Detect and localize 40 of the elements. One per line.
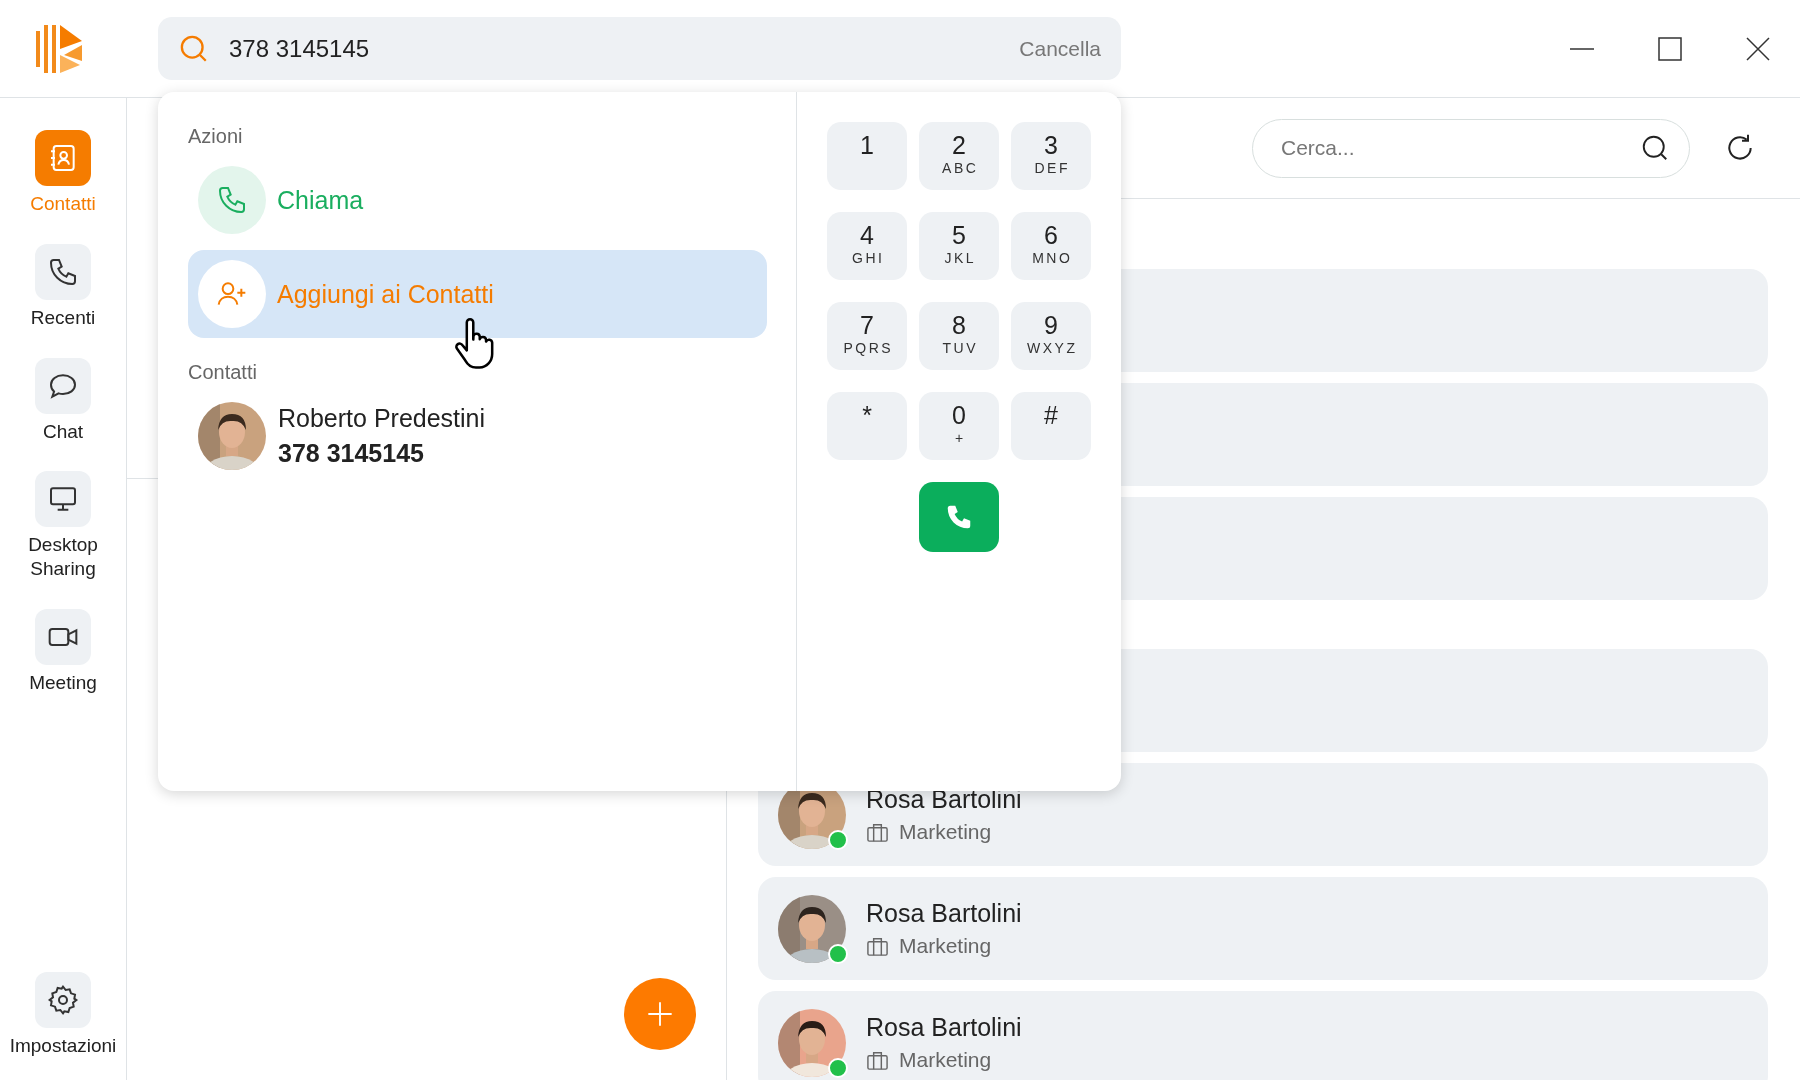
keypad-key[interactable]: * — [827, 392, 907, 460]
call-button[interactable] — [919, 482, 999, 552]
keypad-key[interactable]: # — [1011, 392, 1091, 460]
plus-icon — [646, 1000, 674, 1028]
search-icon — [178, 33, 209, 64]
contact-name: Rosa Bartolini — [866, 1013, 1022, 1042]
search-field[interactable]: Cerca... — [1252, 118, 1690, 178]
search-field[interactable]: 378 3145145 Cancella — [158, 17, 1121, 80]
phone-icon — [216, 184, 248, 216]
department: Marketing — [899, 1048, 992, 1072]
section-heading: Azioni — [188, 124, 244, 148]
contact-card[interactable]: Rosa Bartolini Marketing — [758, 763, 1768, 866]
close-icon[interactable] — [1746, 36, 1770, 61]
department: Marketing — [899, 934, 992, 958]
keypad-key[interactable]: 1 — [827, 122, 907, 190]
contact-name: Rosa Bartolini — [866, 785, 1022, 814]
keypad-key[interactable]: 9 WXYZ — [1011, 302, 1091, 370]
keypad-key[interactable]: 4 GHI — [827, 212, 907, 280]
settings-icon — [47, 984, 79, 1017]
nav-item[interactable]: Chat — [2, 357, 124, 444]
keypad-key[interactable]: 6 MNO — [1011, 212, 1091, 280]
section-heading: Contatti — [188, 360, 258, 384]
contact-card[interactable]: Rosa Bartolini Marketing — [758, 991, 1768, 1080]
keypad-key[interactable]: 8 TUV — [919, 302, 999, 370]
nav-item[interactable]: Recenti — [2, 243, 124, 330]
contact-result[interactable]: Roberto Predestini 378 3145145 — [188, 402, 767, 470]
nav-item[interactable]: Meeting — [2, 608, 124, 695]
keypad-key[interactable]: 5 JKL — [919, 212, 999, 280]
department: Marketing — [899, 820, 992, 844]
contact-name: Rosa Bartolini — [866, 899, 1022, 928]
contact-card[interactable]: Rosa Bartolini Marketing — [758, 877, 1768, 980]
keypad-key[interactable]: 7 PQRS — [827, 302, 907, 370]
search-value: 378 3145145 — [229, 34, 370, 63]
settings-nav-item[interactable]: Impostazioni — [2, 972, 124, 1058]
keypad-key[interactable]: 2 ABC — [919, 122, 999, 190]
clear-button[interactable]: Cancella — [1019, 36, 1101, 61]
keypad-key[interactable]: 0 + — [919, 392, 999, 460]
nav-item[interactable]: Desktop Sharing — [2, 471, 124, 581]
maximize-icon[interactable] — [1658, 36, 1682, 61]
keypad-key[interactable]: 3 DEF — [1011, 122, 1091, 190]
